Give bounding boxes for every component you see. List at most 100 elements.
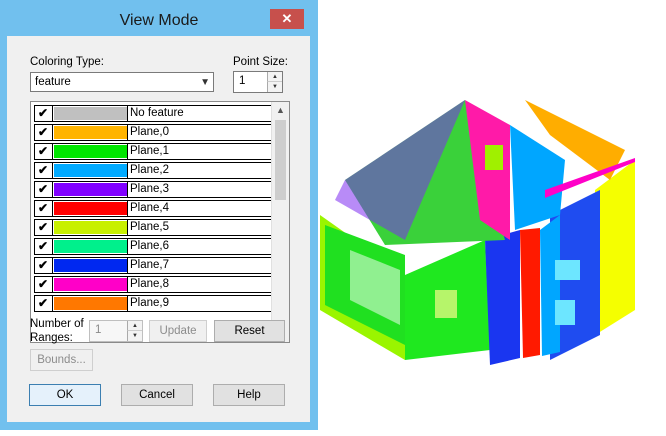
window [485,145,503,170]
spin-down-icon[interactable]: ▼ [267,82,282,92]
ok-button[interactable]: OK [29,384,101,406]
checkmark-icon[interactable]: ✔ [38,106,50,121]
help-button[interactable]: Help [213,384,285,406]
spin-down-icon[interactable]: ▼ [127,331,142,341]
color-swatch[interactable] [54,107,127,120]
color-swatch[interactable] [54,183,127,196]
list-item[interactable]: ✔ Plane,3 [34,181,272,198]
list-item[interactable]: ✔ Plane,0 [34,124,272,141]
list-item[interactable]: ✔ No feature [34,105,272,122]
scroll-up-icon[interactable]: ▲ [272,102,289,119]
house-wall-center-blue [485,230,520,365]
list-item[interactable]: ✔ Plane,6 [34,238,272,255]
color-swatch[interactable] [54,145,127,158]
color-swatch[interactable] [54,259,127,272]
color-swatch[interactable] [54,240,127,253]
feature-label: No feature [130,107,184,119]
list-item[interactable]: ✔ Plane,7 [34,257,272,274]
color-swatch[interactable] [54,278,127,291]
list-item[interactable]: ✔ Plane,5 [34,219,272,236]
house-wall-yellow [595,160,635,335]
bounds-button[interactable]: Bounds... [30,349,93,371]
divider [127,201,128,216]
feature-label: Plane,2 [130,164,170,176]
divider [52,163,53,178]
coloring-type-dropdown[interactable]: feature ▼ [30,72,214,92]
divider [127,239,128,254]
checkmark-icon[interactable]: ✔ [38,277,50,292]
scrollbar-thumb[interactable] [275,120,286,200]
dormer-cyan [510,125,565,230]
list-item[interactable]: ✔ Plane,4 [34,200,272,217]
divider [52,258,53,273]
checkmark-icon[interactable]: ✔ [38,182,50,197]
divider [52,106,53,121]
list-item[interactable]: ✔ Plane,8 [34,276,272,293]
chevron-down-icon: ▼ [200,77,210,88]
point-size-value: 1 [239,75,246,87]
list-item[interactable]: ✔ Plane,1 [34,143,272,160]
checkmark-icon[interactable]: ✔ [38,220,50,235]
view-mode-dialog: View Mode ✕ Coloring Type: feature ▼ Poi… [0,0,318,430]
point-size-label: Point Size: [233,56,288,68]
feature-label: Plane,1 [130,145,170,157]
list-scrollbar[interactable]: ▲ ▼ [271,102,289,342]
ranges-value: 1 [95,324,102,336]
checkmark-icon[interactable]: ✔ [38,296,50,311]
feature-label: Plane,8 [130,278,170,290]
spin-up-icon[interactable]: ▲ [127,321,142,331]
checkmark-icon[interactable]: ✔ [38,144,50,159]
ranges-label-line2: Ranges: [30,332,73,344]
divider [52,277,53,292]
feature-label: Plane,4 [130,202,170,214]
cancel-button[interactable]: Cancel [121,384,193,406]
color-swatch[interactable] [54,126,127,139]
divider [127,296,128,311]
spin-up-icon[interactable]: ▲ [267,72,282,82]
coloring-type-value: feature [35,76,71,88]
point-size-stepper[interactable]: 1 ▲ ▼ [233,71,283,93]
window [555,260,580,280]
reset-button[interactable]: Reset [214,320,285,342]
ranges-stepper[interactable]: 1 ▲ ▼ [89,320,143,342]
divider [52,201,53,216]
divider [127,277,128,292]
window [435,290,457,318]
house-wall-cyan [540,215,560,356]
dialog-client-area: Coloring Type: feature ▼ Point Size: 1 ▲… [7,36,310,422]
divider [127,182,128,197]
divider [127,258,128,273]
color-swatch[interactable] [54,221,127,234]
divider [52,220,53,235]
house-strip-red [520,228,540,358]
point-cloud-house-render [320,100,635,365]
close-button[interactable]: ✕ [270,9,304,29]
checkmark-icon[interactable]: ✔ [38,258,50,273]
feature-label: Plane,6 [130,240,170,252]
divider [127,106,128,121]
feature-label: Plane,7 [130,259,170,271]
color-swatch[interactable] [54,297,127,310]
divider [52,125,53,140]
feature-label: Plane,3 [130,183,170,195]
feature-label: Plane,0 [130,126,170,138]
update-button[interactable]: Update [149,320,207,342]
checkmark-icon[interactable]: ✔ [38,163,50,178]
divider [52,144,53,159]
feature-label: Plane,5 [130,221,170,233]
checkmark-icon[interactable]: ✔ [38,239,50,254]
ranges-label-line1: Number of [30,318,84,330]
checkmark-icon[interactable]: ✔ [38,125,50,140]
number-of-ranges-label: Number of Ranges: [30,317,84,345]
feature-color-list[interactable]: ✔ Plane,9 ✔ Plane,8 ✔ Plane,7 ✔ Plane,6 ✔ Plane,5… [30,101,290,343]
list-item[interactable]: ✔ Plane,9 [34,295,272,312]
color-swatch[interactable] [54,202,127,215]
divider [52,296,53,311]
divider [127,220,128,235]
divider [52,239,53,254]
list-item[interactable]: ✔ Plane,2 [34,162,272,179]
checkmark-icon[interactable]: ✔ [38,201,50,216]
divider [52,182,53,197]
color-swatch[interactable] [54,164,127,177]
feature-label: Plane,9 [130,297,170,309]
